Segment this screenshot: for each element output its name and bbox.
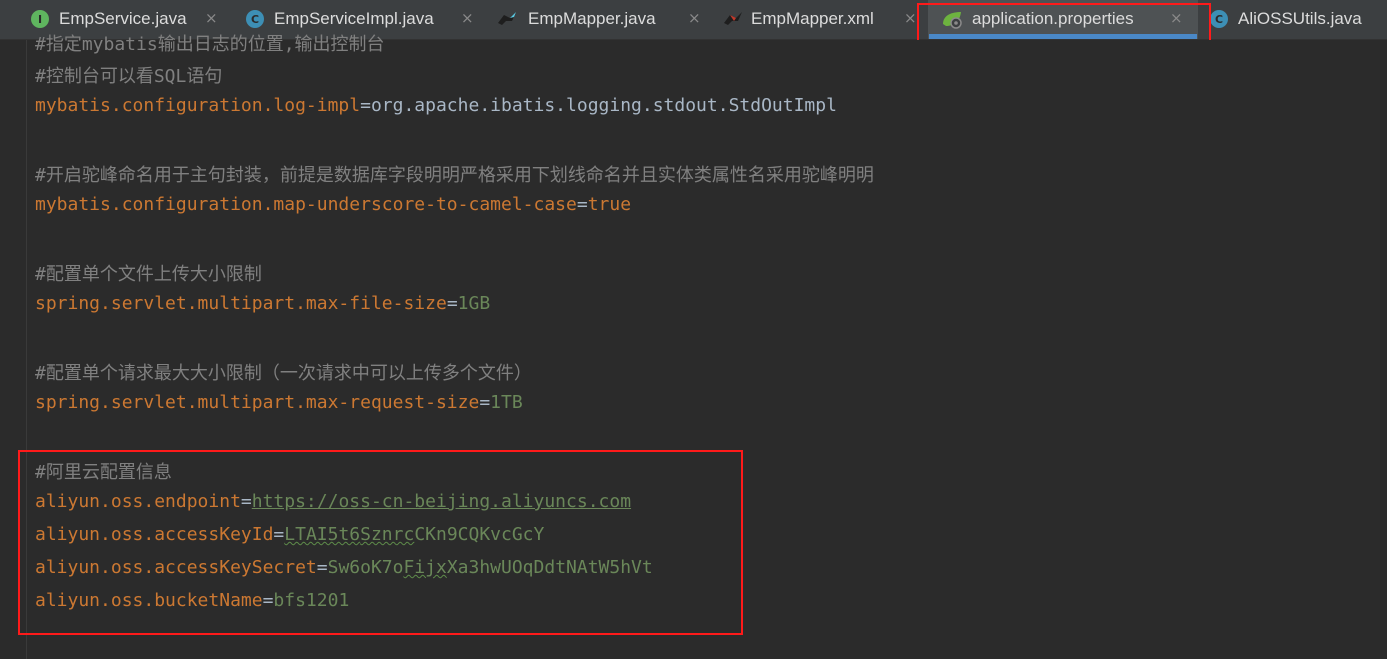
property-line: mybatis.configuration.map-underscore-to-… — [35, 194, 632, 215]
tab-empmapper-xml[interactable]: EmpMapper.xml × — [714, 0, 928, 39]
comment-line: #指定mybatis输出日志的位置,输出控制台 — [35, 34, 385, 55]
comment-line: #控制台可以看SQL语句 — [35, 66, 223, 87]
tab-label: EmpMapper.xml — [751, 9, 874, 28]
property-line: spring.servlet.multipart.max-request-siz… — [35, 392, 523, 413]
class-icon: C — [1210, 10, 1228, 28]
tab-aliossutils-java[interactable]: C AliOSSUtils.java — [1198, 0, 1387, 39]
close-icon[interactable]: × — [205, 9, 218, 27]
interface-icon: I — [31, 10, 49, 28]
close-icon[interactable]: × — [688, 9, 701, 27]
class-icon: C — [246, 10, 264, 28]
property-line: mybatis.configuration.log-impl=org.apach… — [35, 95, 837, 116]
mybatis-bird-icon — [722, 9, 744, 29]
tab-empmapper-java[interactable]: EmpMapper.java × — [488, 0, 714, 39]
tab-label: AliOSSUtils.java — [1238, 9, 1362, 28]
mybatis-bird-icon — [496, 9, 518, 29]
highlight-box-aliyun-config — [18, 450, 743, 635]
comment-line: #配置单个文件上传大小限制 — [35, 264, 262, 285]
property-line: spring.servlet.multipart.max-file-size=1… — [35, 293, 491, 314]
tab-label: EmpServiceImpl.java — [274, 9, 434, 28]
comment-line: #配置单个请求最大大小限制（一次请求中可以上传多个文件） — [35, 363, 532, 384]
comment-line: #开启驼峰命名用于主句封装，前提是数据库字段明明严格采用下划线命名并且实体类属性… — [35, 165, 874, 186]
tab-label: EmpMapper.java — [528, 9, 656, 28]
close-icon[interactable]: × — [904, 9, 917, 27]
tab-label: EmpService.java — [59, 9, 187, 28]
close-icon[interactable]: × — [461, 9, 474, 27]
